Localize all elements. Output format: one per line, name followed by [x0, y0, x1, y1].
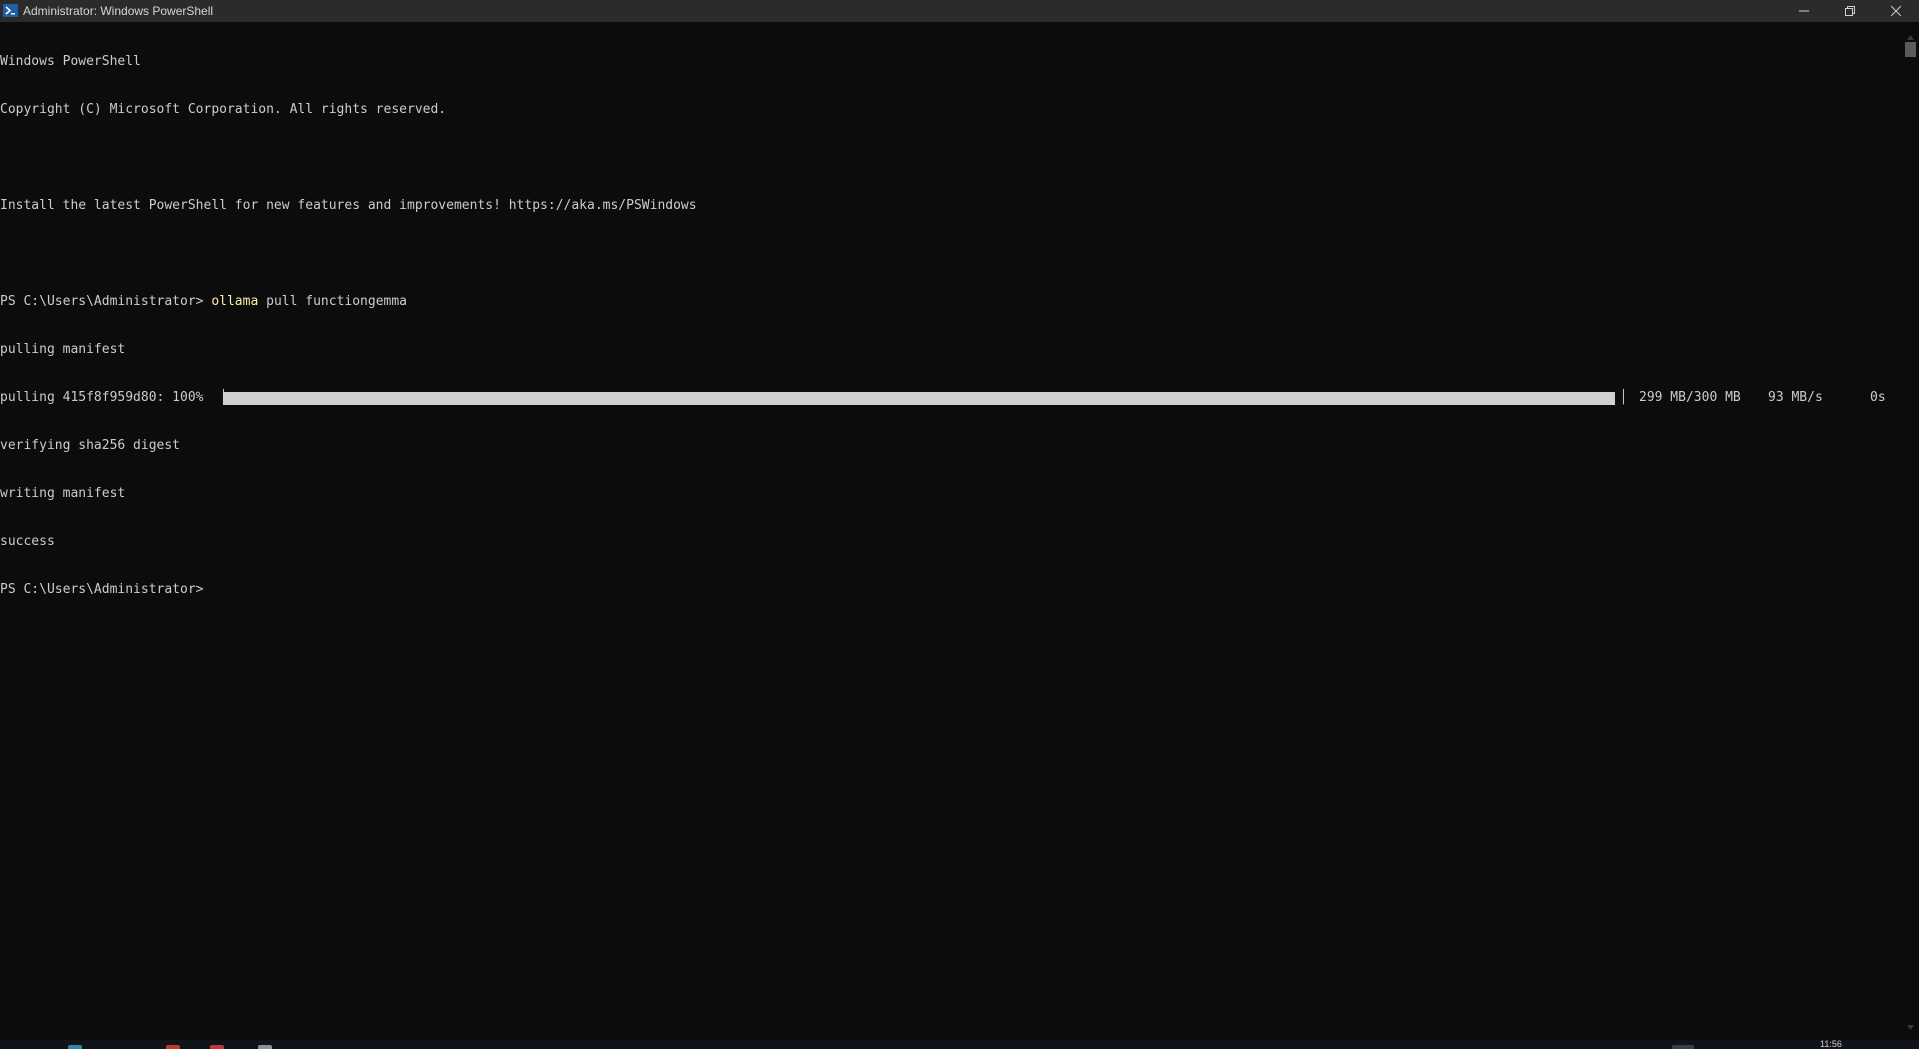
restore-icon — [1845, 6, 1855, 16]
taskbar: 11:56 — [0, 1039, 1919, 1049]
minimize-icon — [1799, 6, 1809, 16]
minimize-button[interactable] — [1781, 0, 1827, 22]
restore-button[interactable] — [1827, 0, 1873, 22]
console-line: Windows PowerShell — [0, 54, 141, 69]
powershell-window: Administrator: Windows PowerShell Window… — [0, 0, 1919, 1040]
command-name: ollama — [211, 294, 259, 309]
progress-bar-close: ▏ — [1623, 390, 1631, 405]
progress-label: pulling 415f8f959d80: 100% — [0, 390, 212, 405]
progress-bar — [223, 392, 1615, 405]
taskbar-app-icon[interactable] — [68, 1045, 82, 1049]
scroll-down-icon[interactable] — [1907, 1017, 1914, 1035]
console-line: pulling manifest — [0, 342, 126, 357]
command-args: pull functiongemma — [258, 294, 408, 309]
final-prompt[interactable]: PS C:\Users\Administrator> — [0, 582, 1902, 598]
prompt-text: PS C:\Users\Administrator> — [0, 294, 212, 309]
taskbar-app-icon[interactable] — [210, 1045, 224, 1049]
title-bar[interactable]: Administrator: Windows PowerShell — [0, 0, 1919, 22]
vertical-scrollbar[interactable] — [1902, 22, 1919, 1040]
console-line: verifying sha256 digest — [0, 438, 181, 453]
taskbar-app-icon[interactable] — [1672, 1045, 1694, 1049]
progress-speed: 93 MB/s — [1768, 390, 1823, 405]
window-title: Administrator: Windows PowerShell — [23, 4, 214, 18]
taskbar-app-icon[interactable] — [258, 1045, 272, 1049]
close-button[interactable] — [1873, 0, 1919, 22]
console-line: writing manifest — [0, 486, 126, 501]
console-line: Install the latest PowerShell for new fe… — [0, 198, 697, 213]
progress-bar-fill — [223, 392, 1615, 405]
close-icon — [1891, 6, 1901, 16]
command-line: PS C:\Users\Administrator> ollama pull f… — [0, 294, 1902, 310]
scrollbar-thumb[interactable] — [1905, 42, 1916, 57]
taskbar-app-icon[interactable] — [166, 1045, 180, 1049]
console-line: Copyright (C) Microsoft Corporation. All… — [0, 102, 447, 117]
taskbar-clock[interactable]: 11:56 — [1820, 1039, 1842, 1049]
console-output[interactable]: Windows PowerShell Copyright (C) Microso… — [0, 22, 1902, 1040]
powershell-icon — [3, 3, 18, 18]
download-progress-line: pulling 415f8f959d80: 100% ▕ ▏ 299 MB/30… — [0, 390, 1902, 406]
progress-eta: 0s — [1870, 390, 1886, 405]
console-line: success — [0, 534, 55, 549]
progress-size: 299 MB/300 MB — [1639, 390, 1741, 405]
